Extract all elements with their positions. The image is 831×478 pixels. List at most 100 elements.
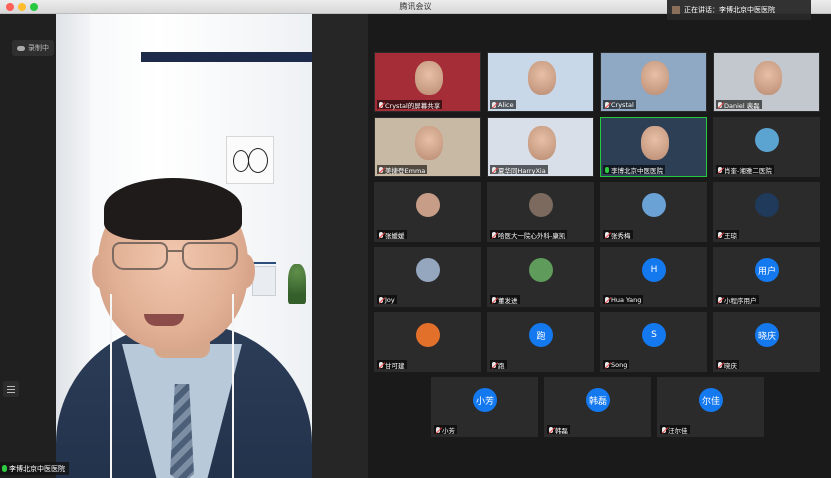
participant-tile[interactable]: 美捷登Emma <box>374 117 481 177</box>
microphone-muted-icon <box>492 231 496 238</box>
avatar <box>755 193 779 217</box>
microphone-muted-icon <box>718 166 722 173</box>
participant-name-label: 汪尔佳 <box>660 425 690 435</box>
participant-video <box>754 61 782 95</box>
participant-tile[interactable]: 韩磊 韩磊 <box>544 377 651 437</box>
avatar <box>529 258 553 282</box>
participant-tile[interactable]: 跑跑 <box>487 312 594 372</box>
participant-name: 王琼 <box>724 231 737 240</box>
participant-tile[interactable]: 尔佳 汪尔佳 <box>657 377 764 437</box>
participant-name: Alice <box>498 100 514 109</box>
participant-tile[interactable]: 小芳 小芳 <box>431 377 538 437</box>
participant-name: 小芳 <box>442 426 455 435</box>
participant-name: Crystal的屏幕共享 <box>385 101 441 110</box>
microphone-muted-icon <box>492 296 496 303</box>
avatar <box>529 193 553 217</box>
participant-tile[interactable]: 王琼 <box>713 182 820 242</box>
participant-tile[interactable]: 李博北京中医医院 <box>600 117 707 177</box>
microphone-muted-icon <box>379 361 383 368</box>
microphone-icon <box>2 465 7 472</box>
avatar <box>416 323 440 347</box>
participant-video <box>641 61 669 95</box>
participant-name-label: 王琼 <box>716 230 739 240</box>
participant-name-label: 张秀梅 <box>603 230 633 240</box>
participant-name-label: 李博北京中医医院 <box>603 165 665 175</box>
avatar <box>416 193 440 217</box>
participant-name-label: Crystal <box>603 100 636 109</box>
participant-tile[interactable]: 张媛媛 <box>374 182 481 242</box>
participant-name: 韩磊 <box>555 426 568 435</box>
microphone-muted-icon <box>492 101 496 108</box>
avatar: 晓庆 <box>755 323 779 347</box>
microphone-muted-icon <box>605 231 609 238</box>
participant-name-label: 哈医大一院心外科-康凯 <box>490 230 568 240</box>
microphone-icon <box>605 166 609 173</box>
participant-name: 汪尔佳 <box>668 426 688 435</box>
participant-tile[interactable]: Joy <box>374 247 481 307</box>
participant-name: 张秀梅 <box>611 231 631 240</box>
participant-video <box>528 126 556 160</box>
participant-name: 董发进 <box>498 296 518 305</box>
participant-name-label: Alice <box>490 100 516 109</box>
participant-name-label: 美捷登Emma <box>377 165 428 175</box>
participant-tile[interactable]: 肖奎-湘雅二医院 <box>713 117 820 177</box>
participant-tile[interactable]: 夏华同HarryXia <box>487 117 594 177</box>
participant-name-label: Crystal的屏幕共享 <box>377 100 443 110</box>
participant-name-label: 跑 <box>490 360 507 370</box>
microphone-muted-icon <box>718 361 722 368</box>
participant-tile[interactable]: S Song <box>600 312 707 372</box>
recording-badge[interactable]: 录制中 <box>12 40 54 56</box>
participant-name-label: 肖奎-湘雅二医院 <box>716 165 774 175</box>
participant-tile[interactable]: Daniel 裴磊 <box>713 52 820 112</box>
participant-tile[interactable]: 甘可建 <box>374 312 481 372</box>
participant-name: 夏华同HarryXia <box>498 166 546 175</box>
microphone-muted-icon <box>718 231 722 238</box>
participant-name: 晓庆 <box>724 361 737 370</box>
participant-name-label: Daniel 裴磊 <box>716 100 762 110</box>
participant-tile[interactable]: Crystal <box>600 52 707 112</box>
participant-tile[interactable]: 张秀梅 <box>600 182 707 242</box>
microphone-muted-icon <box>662 426 666 433</box>
participant-video <box>415 126 443 160</box>
participant-name: 美捷登Emma <box>385 166 426 175</box>
microphone-muted-icon <box>605 296 609 303</box>
avatar <box>416 258 440 282</box>
participant-name-label: Song <box>603 360 630 369</box>
microphone-muted-icon <box>379 101 383 108</box>
participant-name: Daniel 裴磊 <box>724 101 760 110</box>
microphone-muted-icon <box>379 166 383 173</box>
participant-name-label: 董发进 <box>490 295 520 305</box>
participant-tile[interactable]: 哈医大一院心外科-康凯 <box>487 182 594 242</box>
list-menu-icon[interactable] <box>3 381 19 397</box>
participant-tile[interactable]: 用户 小程序用户 <box>713 247 820 307</box>
participant-name-label: Hua Yang <box>603 295 644 304</box>
participant-tile[interactable]: Crystal的屏幕共享 <box>374 52 481 112</box>
main-video-name-label: 李博北京中医医院 <box>0 462 69 475</box>
meeting-window: 腾讯会议 录制中 李博北京中医医院 Crystal的屏幕共享 Alice Cryst… <box>0 0 831 478</box>
participant-video <box>641 126 669 160</box>
main-speaker-video[interactable] <box>56 14 312 478</box>
microphone-muted-icon <box>436 426 440 433</box>
participant-name-label: 张媛媛 <box>377 230 407 240</box>
microphone-muted-icon <box>718 296 722 303</box>
participant-tile[interactable]: 董发进 <box>487 247 594 307</box>
participant-name: Hua Yang <box>611 295 642 304</box>
divider <box>312 14 368 478</box>
microphone-muted-icon <box>492 361 496 368</box>
participant-video <box>528 61 556 95</box>
left-panel <box>0 14 56 478</box>
cloud-icon <box>17 45 25 51</box>
participant-name: 李博北京中医医院 <box>611 166 663 175</box>
recording-label: 录制中 <box>28 44 49 52</box>
participant-name-label: 夏华同HarryXia <box>490 165 548 175</box>
participant-tile[interactable]: Alice <box>487 52 594 112</box>
microphone-muted-icon <box>379 231 383 238</box>
wall-art <box>226 136 274 184</box>
avatar: 跑 <box>529 323 553 347</box>
participant-tile[interactable]: H Hua Yang <box>600 247 707 307</box>
participant-tile[interactable]: 晓庆 晓庆 <box>713 312 820 372</box>
participant-name-label: Joy <box>377 295 397 304</box>
participant-gallery: Crystal的屏幕共享 Alice Crystal Daniel 裴磊美捷登Emma… <box>368 14 831 478</box>
avatar: H <box>642 258 666 282</box>
avatar <box>755 128 779 152</box>
